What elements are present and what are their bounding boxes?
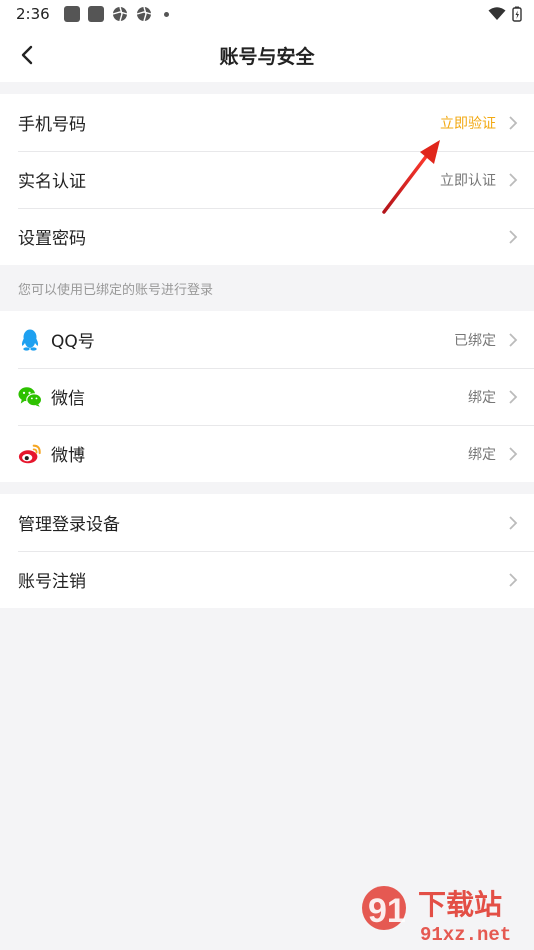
- verify-now-link[interactable]: 立即验证: [440, 113, 496, 133]
- page-title: 账号与安全: [219, 45, 315, 68]
- aperture-icon: [136, 6, 151, 22]
- back-button[interactable]: [10, 38, 44, 72]
- row-label: QQ号: [51, 332, 95, 352]
- chevron-right-icon: [509, 115, 518, 130]
- app-header: 账号与安全: [0, 28, 534, 82]
- wifi-icon: [488, 7, 506, 20]
- set-password-row[interactable]: 设置密码: [0, 208, 534, 265]
- row-label: 设置密码: [18, 229, 86, 249]
- chevron-right-icon: [509, 172, 518, 187]
- more-notifications-icon: [163, 11, 169, 17]
- qq-icon: [18, 328, 42, 352]
- delete-account-row[interactable]: 账号注销: [0, 551, 534, 608]
- chevron-right-icon: [509, 389, 518, 404]
- social-accounts-group: QQ号 已绑定 微信 绑定 微博 绑定: [0, 311, 534, 482]
- wechat-row[interactable]: 微信 绑定: [0, 368, 534, 425]
- row-label: 实名认证: [18, 172, 86, 192]
- real-name-auth-row[interactable]: 实名认证 立即认证: [0, 151, 534, 208]
- account-settings-group: 手机号码 立即验证 实名认证 立即认证 设置密码: [0, 94, 534, 265]
- notification-icon: [63, 6, 80, 22]
- chevron-right-icon: [509, 229, 518, 244]
- chevron-right-icon: [509, 332, 518, 347]
- aperture-icon: [112, 6, 127, 22]
- wechat-icon: [18, 385, 42, 409]
- watermark-site-name: 下载站: [418, 888, 502, 921]
- social-login-hint: 您可以使用已绑定的账号进行登录: [18, 282, 214, 298]
- manage-devices-row[interactable]: 管理登录设备: [0, 494, 534, 551]
- row-value: 绑定: [468, 446, 496, 463]
- watermark-logo: 91 下载站 91xz.net: [362, 886, 511, 946]
- manage-group: 管理登录设备 账号注销: [0, 494, 534, 608]
- chevron-right-icon: [509, 446, 518, 461]
- row-label: 微博: [51, 446, 85, 466]
- battery-icon: [512, 6, 522, 22]
- row-label: 手机号码: [18, 115, 86, 135]
- row-value: 立即认证: [440, 172, 496, 189]
- status-time: 2:36: [16, 5, 50, 23]
- weibo-icon: [18, 442, 42, 466]
- row-label: 账号注销: [18, 572, 86, 592]
- row-label: 微信: [51, 389, 85, 409]
- chevron-right-icon: [509, 515, 518, 530]
- weibo-row[interactable]: 微博 绑定: [0, 425, 534, 482]
- watermark-number: 91: [368, 892, 406, 930]
- status-bar: 2:36: [0, 0, 534, 28]
- qq-row[interactable]: QQ号 已绑定: [0, 311, 534, 368]
- back-arrow-icon: [21, 45, 33, 65]
- row-label: 管理登录设备: [18, 515, 120, 535]
- watermark-site-url: 91xz.net: [420, 924, 511, 946]
- phone-number-row[interactable]: 手机号码 立即验证: [0, 94, 534, 151]
- row-value: 已绑定: [454, 332, 496, 349]
- chevron-right-icon: [509, 572, 518, 587]
- annotation-arrow-icon: [382, 140, 440, 214]
- row-value: 绑定: [468, 389, 496, 406]
- notification-icon: [87, 6, 104, 22]
